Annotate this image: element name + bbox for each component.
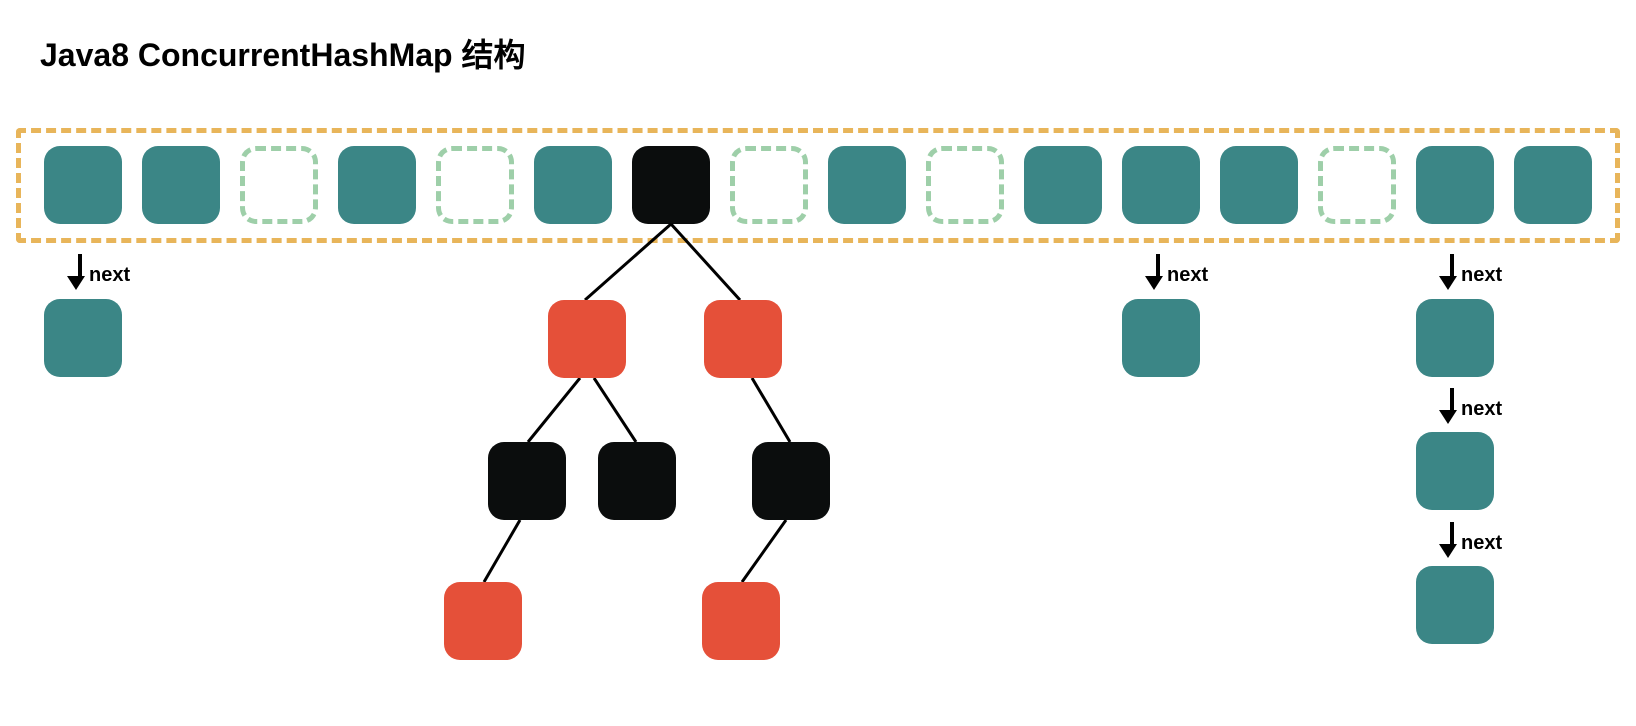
slot-0 [44,146,122,224]
slot-0-chain-1 [44,299,122,377]
next-label: next [1461,532,1502,555]
slot-15 [1514,146,1592,224]
slot-5 [534,146,612,224]
next-arrow-slot14-1: next [1446,254,1502,290]
tree-l2-lr [598,442,676,520]
slot-11 [1122,146,1200,224]
next-arrow-slot14-3: next [1446,522,1502,558]
slot-9-empty [926,146,1004,224]
next-label: next [1461,398,1502,421]
slot-2-empty [240,146,318,224]
slot-4-empty [436,146,514,224]
slot-11-chain-1 [1122,299,1200,377]
tree-l3-lll [444,582,522,660]
next-label: next [89,264,130,287]
next-arrow-slot14-2: next [1446,388,1502,424]
slot-1 [142,146,220,224]
next-arrow-slot11-1: next [1152,254,1208,290]
slot-7-empty [730,146,808,224]
tree-l2-rr [752,442,830,520]
slot-14-chain-2 [1416,432,1494,510]
slot-14 [1416,146,1494,224]
slot-3 [338,146,416,224]
slot-14-chain-3 [1416,566,1494,644]
next-label: next [1461,264,1502,287]
slot-13-empty [1318,146,1396,224]
slot-6-tree-root [632,146,710,224]
slot-12 [1220,146,1298,224]
tree-edges [0,0,1636,726]
tree-l1-right [704,300,782,378]
tree-l2-ll [488,442,566,520]
next-label: next [1167,264,1208,287]
tree-l3-rrl [702,582,780,660]
slot-8 [828,146,906,224]
next-arrow-slot0-1: next [74,254,130,290]
tree-l1-left [548,300,626,378]
slot-14-chain-1 [1416,299,1494,377]
slot-10 [1024,146,1102,224]
diagram-title: Java8 ConcurrentHashMap 结构 [40,30,525,76]
